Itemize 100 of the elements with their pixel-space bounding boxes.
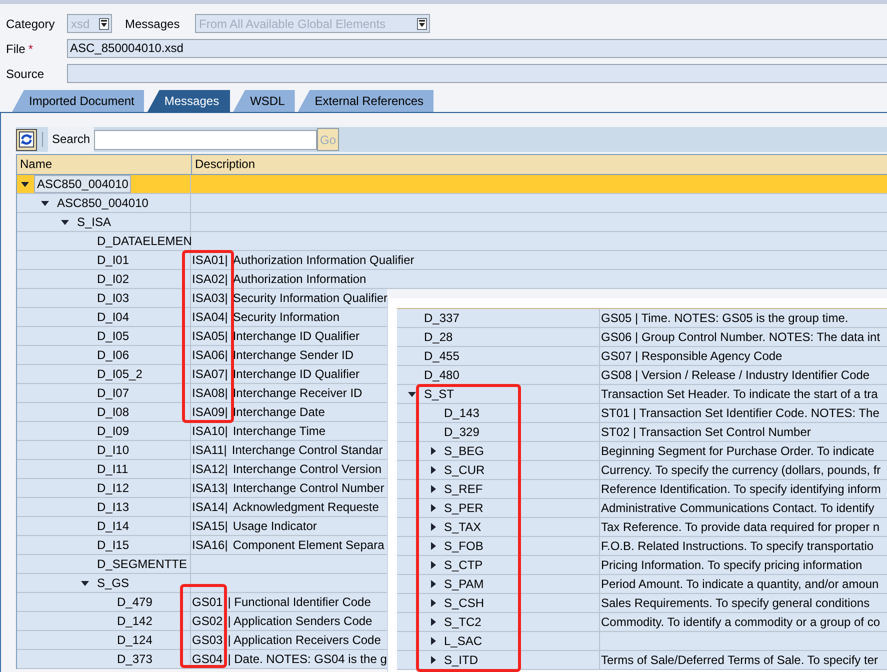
tree-row[interactable]: D_I04 ISA04| Security Information bbox=[17, 308, 387, 327]
caret-right-icon[interactable] bbox=[431, 466, 436, 474]
node-name: D_I05_2 bbox=[97, 367, 142, 381]
node-description: Interchange Control Version bbox=[232, 462, 382, 476]
element-code: ISA03| bbox=[192, 291, 228, 305]
node-name: D_I11 bbox=[97, 462, 128, 476]
node-name: D_I15 bbox=[97, 538, 130, 552]
element-code: ISA12| bbox=[192, 462, 228, 476]
node-name: S_FOB bbox=[444, 539, 484, 553]
caret-right-icon[interactable] bbox=[431, 599, 436, 607]
file-field[interactable]: ASC_850004010.xsd bbox=[67, 39, 887, 58]
caret-down-icon[interactable] bbox=[81, 580, 89, 586]
tree-row[interactable]: D_455 GS07 | Responsible Agency Code bbox=[397, 347, 887, 366]
node-description: Interchange Receiver ID bbox=[232, 386, 362, 400]
element-code: GS02 bbox=[192, 614, 223, 628]
node-description: Pricing Information. To specify pricing information bbox=[601, 558, 862, 572]
field-label: File bbox=[6, 42, 26, 56]
tree-row[interactable]: S_PER Administrative Communications Contact. To identify bbox=[397, 499, 887, 518]
element-code: ISA10| bbox=[192, 424, 228, 438]
tree-row[interactable]: D_479 GS01 | Functional Identifier Code bbox=[17, 593, 387, 612]
node-name: D_329 bbox=[444, 425, 480, 439]
tree-row[interactable]: S_ST Transaction Set Header. To indicate the start of a tra bbox=[397, 385, 887, 404]
tree-row[interactable]: D_I08 ISA09| Interchange Date bbox=[17, 403, 387, 422]
tree-row[interactable]: S_BEG Beginning Segment for Purchase Order. To indicate bbox=[397, 442, 887, 461]
caret-right-icon[interactable] bbox=[431, 618, 436, 626]
tree-row[interactable]: ASC850_004010 bbox=[17, 175, 887, 194]
tree-row[interactable]: D_I07 ISA08| Interchange Receiver ID bbox=[17, 384, 387, 403]
node-name: D_337 bbox=[424, 311, 460, 325]
tab[interactable]: Messages bbox=[147, 90, 230, 112]
tree-row[interactable]: S_TAX Tax Reference. To provide data required for proper n bbox=[397, 518, 887, 537]
tree-row[interactable]: S_PAM Period Amount. To indicate a quantity, and/or amoun bbox=[397, 575, 887, 594]
node-description: Commodity. To identify a commodity or a group of co bbox=[601, 615, 880, 629]
tree-row[interactable]: D_I14 ISA15| Usage Indicator bbox=[17, 517, 387, 536]
caret-down-icon[interactable] bbox=[61, 220, 69, 224]
tree-row[interactable]: D_SEGMENTTE bbox=[17, 555, 387, 574]
tree-row[interactable]: S_TC2 Commodity. To identify a commodity or a group of co bbox=[397, 613, 887, 632]
element-code: ISA08| bbox=[192, 386, 228, 400]
refresh-button[interactable] bbox=[16, 128, 37, 150]
caret-right-icon[interactable] bbox=[431, 447, 436, 455]
tree-row[interactable]: S_GS bbox=[17, 574, 387, 593]
node-name: D_I14 bbox=[97, 519, 130, 533]
tab[interactable]: WSDL bbox=[233, 90, 295, 112]
tree-row[interactable]: ASC850_004010 bbox=[17, 194, 887, 213]
caret-down-icon[interactable] bbox=[21, 182, 29, 186]
tree-row[interactable]: S_CTP Pricing Information. To specify pricing information bbox=[397, 556, 887, 575]
node-description: Interchange ID Qualifier bbox=[232, 329, 360, 343]
tree-row[interactable]: D_I05_2 ISA07| Interchange ID Qualifier bbox=[17, 365, 387, 384]
tree-row[interactable]: D_DATAELEMEN bbox=[17, 232, 887, 251]
caret-right-icon[interactable] bbox=[431, 580, 436, 588]
tab[interactable]: External References bbox=[298, 90, 434, 112]
source-field[interactable] bbox=[67, 64, 887, 83]
tree-row[interactable]: D_142 GS02 | Application Senders Code bbox=[17, 612, 387, 631]
tree-row[interactable]: D_I01 ISA01| Authorization Information Qualifier bbox=[17, 251, 887, 270]
caret-right-icon[interactable] bbox=[431, 637, 436, 645]
column-header[interactable]: Name bbox=[17, 155, 192, 174]
node-name: S_TC2 bbox=[444, 615, 482, 629]
search-field[interactable] bbox=[94, 130, 318, 150]
tree-row[interactable]: D_I12 ISA13| Interchange Control Number bbox=[17, 479, 387, 498]
tree-row[interactable]: D_I10 ISA11| Interchange Control Standar bbox=[17, 441, 387, 460]
tree-row[interactable]: D_I09 ISA10| Interchange Time bbox=[17, 422, 387, 441]
tree-row[interactable]: D_I15 ISA16| Component Element Separa bbox=[17, 536, 387, 555]
caret-down-icon[interactable] bbox=[408, 392, 416, 396]
tree-row[interactable]: D_337 GS05 | Time. NOTES: GS05 is the group time. bbox=[397, 309, 887, 328]
tree-row[interactable]: D_I11 ISA12| Interchange Control Version bbox=[17, 460, 387, 479]
tree-row[interactable]: D_I03 ISA03| Security Information Qualifier bbox=[17, 289, 387, 308]
caret-right-icon[interactable] bbox=[431, 542, 436, 550]
node-name: S_CSH bbox=[444, 596, 484, 610]
tree-row[interactable]: S_REF Reference Identification. To specify identifying inform bbox=[397, 480, 887, 499]
node-description: Security Information Qualifier bbox=[232, 291, 388, 305]
tree-row[interactable]: S_ITD Terms of Sale/Deferred Terms of Sale. To specify ter bbox=[397, 651, 887, 670]
tree-row[interactable]: L_SAC bbox=[397, 632, 887, 651]
tree-row[interactable]: D_480 GS08 | Version / Release / Industry Identifier Code bbox=[397, 366, 887, 385]
tree-row[interactable]: D_124 GS03 | Application Receivers Code bbox=[17, 631, 387, 650]
tree-row[interactable]: D_I05 ISA05| Interchange ID Qualifier bbox=[17, 327, 387, 346]
caret-right-icon[interactable] bbox=[431, 504, 436, 512]
tree-row[interactable]: S_ISA bbox=[17, 213, 887, 232]
node-description: Security Information bbox=[232, 310, 340, 324]
field-label: Source bbox=[6, 66, 46, 80]
tree-row[interactable]: S_CUR Currency. To specify the currency (dollars, pounds, fr bbox=[397, 461, 887, 480]
tree-row[interactable]: S_FOB F.O.B. Related Instructions. To specify transportatio bbox=[397, 537, 887, 556]
node-name: D_143 bbox=[444, 406, 480, 420]
tree-row[interactable]: D_329 ST02 | Transaction Set Control Number bbox=[397, 423, 887, 442]
tree-row[interactable]: D_28 GS06 | Group Control Number. NOTES: The data int bbox=[397, 328, 887, 347]
tree-row[interactable]: D_I02 ISA02| Authorization Information bbox=[17, 270, 887, 289]
caret-down-icon[interactable] bbox=[41, 200, 49, 206]
tab[interactable]: Imported Document bbox=[12, 90, 144, 112]
caret-right-icon[interactable] bbox=[431, 561, 436, 569]
caret-right-icon[interactable] bbox=[431, 485, 436, 493]
tree-row[interactable]: D_I06 ISA06| Interchange Sender ID bbox=[17, 346, 387, 365]
tree-row[interactable]: D_373 GS04 | Date. NOTES: GS04 is the g bbox=[17, 650, 387, 669]
caret-right-icon[interactable] bbox=[431, 656, 436, 664]
column-header[interactable]: Description bbox=[192, 155, 887, 174]
tree-row[interactable]: D_143 ST01 | Transaction Set Identifier Code. NOTES: The bbox=[397, 404, 887, 423]
search-label: Search bbox=[48, 127, 94, 152]
caret-right-icon[interactable] bbox=[431, 523, 436, 531]
element-code: GS03 bbox=[192, 633, 223, 647]
node-name: D_SEGMENTTE bbox=[97, 557, 188, 571]
tree-row[interactable]: S_CSH Sales Requirements. To specify general conditions bbox=[397, 594, 887, 613]
tree-row[interactable]: D_I13 ISA14| Acknowledgment Requeste bbox=[17, 498, 387, 517]
node-name: D_28 bbox=[424, 330, 453, 344]
